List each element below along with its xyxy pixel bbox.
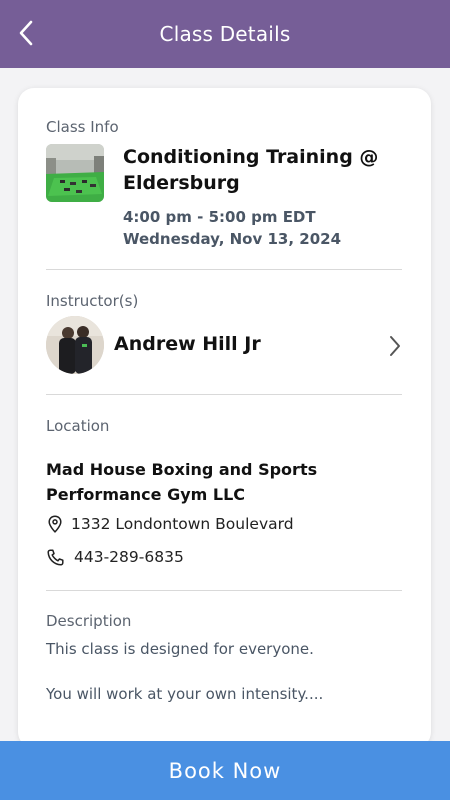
description-line: You will work at your own intensity.... — [46, 685, 324, 703]
divider — [46, 394, 402, 395]
address-text: 1332 Londontown Boulevard — [71, 515, 294, 533]
phone-icon — [46, 548, 64, 566]
class-info-label: Class Info — [46, 118, 119, 136]
location-label: Location — [46, 417, 110, 435]
chevron-right-icon — [390, 336, 400, 356]
description-line: This class is designed for everyone. — [46, 640, 314, 658]
phone-text: 443-289-6835 — [74, 548, 184, 566]
class-date: Wednesday, Nov 13, 2024 — [123, 230, 342, 248]
class-thumbnail — [46, 144, 104, 202]
description-label: Description — [46, 612, 132, 630]
top-app-bar: Class Details — [0, 0, 450, 68]
phone-link[interactable]: 443-289-6835 — [46, 548, 184, 566]
book-now-button[interactable]: Book Now — [0, 741, 450, 800]
class-time: 4:00 pm - 5:00 pm EDT — [123, 208, 316, 226]
instructor-row[interactable]: Andrew Hill Jr — [46, 316, 402, 376]
divider — [46, 590, 402, 591]
instructor-label: Instructor(s) — [46, 292, 139, 310]
class-title: Conditioning Training @ Eldersburg — [123, 146, 379, 194]
back-button[interactable] — [10, 16, 42, 50]
instructor-name: Andrew Hill Jr — [114, 333, 261, 355]
address-row: 1332 Londontown Boulevard — [46, 515, 294, 533]
avatar — [46, 316, 104, 374]
divider — [46, 269, 402, 270]
map-pin-icon — [46, 515, 64, 533]
location-name: Mad House Boxing and Sports Performance … — [46, 460, 318, 504]
page-title: Class Details — [159, 22, 291, 46]
chevron-left-icon — [19, 20, 33, 46]
class-details-card: Class Info Conditioning Training @ Elder… — [18, 88, 431, 748]
